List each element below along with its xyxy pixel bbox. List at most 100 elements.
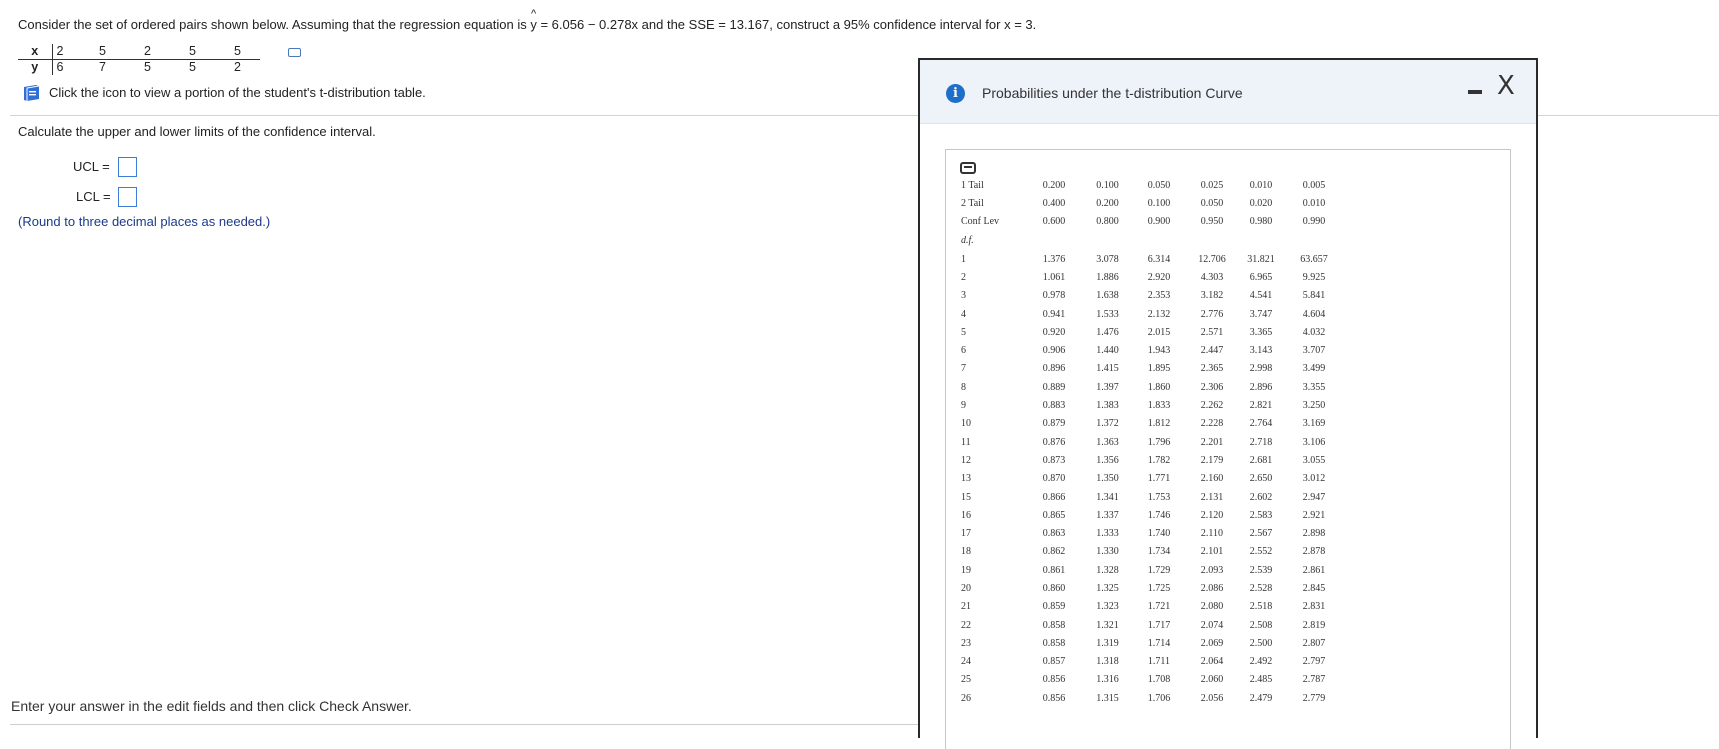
df-cell: 18 [961, 546, 971, 558]
calc-prompt: Calculate the upper and lower limits of … [18, 124, 376, 139]
table-cell: 2.064 [1200, 656, 1224, 668]
table-cell: 2.101 [1200, 546, 1224, 558]
t-table-link-text[interactable]: Click the icon to view a portion of the … [49, 85, 426, 100]
minimize-button[interactable] [1468, 90, 1482, 94]
table-cell: 1.363 [1096, 436, 1119, 448]
table-cell: 1.812 [1147, 418, 1171, 430]
table-cell: 1.476 [1096, 326, 1119, 338]
table-cell: 3.182 [1200, 290, 1224, 302]
table-cell: 3.250 [1302, 400, 1326, 412]
header-cell: 0.200 [1042, 179, 1066, 191]
table-row: 4 0.941 1.533 2.132 2.776 3.747 4.604 [959, 305, 1345, 323]
table-cell: 2.056 [1200, 692, 1224, 704]
table-cell: 1.706 [1147, 692, 1171, 704]
table-cell: 2.120 [1200, 509, 1224, 521]
table-cell: 1.337 [1096, 509, 1119, 521]
table-cell: 1.943 [1147, 345, 1171, 357]
table-cell: 2.508 [1249, 619, 1273, 631]
x-row: x 2 5 2 5 5 [18, 44, 260, 60]
table-cell: 0.896 [1042, 363, 1066, 375]
table-cell: 1.415 [1096, 363, 1119, 375]
table-cell: 2.365 [1200, 363, 1224, 375]
table-row: 18 0.862 1.330 1.734 2.101 2.552 2.878 [959, 543, 1345, 561]
one-tail-row: 1 Tail 0.200 0.100 0.050 0.025 0.010 0.0… [959, 176, 1345, 194]
table-cell: 2.492 [1249, 656, 1273, 668]
table-cell: 2.069 [1200, 637, 1224, 649]
table-cell: 0.856 [1042, 692, 1066, 704]
table-cell: 2.262 [1200, 400, 1224, 412]
header-cell: 0.200 [1096, 197, 1119, 209]
table-cell: 3.143 [1249, 345, 1273, 357]
footer-divider [10, 724, 918, 725]
dialog-header[interactable]: i Probabilities under the t-distribution… [920, 60, 1536, 124]
table-cell: 1.376 [1042, 253, 1066, 265]
table-cell: 2.898 [1302, 528, 1326, 540]
df-cell: 19 [961, 564, 971, 576]
table-cell: 0.941 [1042, 308, 1066, 320]
table-cell: 2.583 [1249, 509, 1273, 521]
table-cell: 2.080 [1200, 601, 1224, 613]
table-cell: 1.740 [1147, 528, 1171, 540]
table-cell: 3.355 [1302, 381, 1326, 393]
table-row: 15 0.866 1.341 1.753 2.131 2.602 2.947 [959, 488, 1345, 506]
table-row: 20 0.860 1.325 1.725 2.086 2.528 2.845 [959, 579, 1345, 597]
table-cell: 2.896 [1249, 381, 1273, 393]
table-cell: 6.314 [1147, 253, 1171, 265]
close-button[interactable]: X [1497, 73, 1515, 99]
table-cell: 1.886 [1096, 271, 1119, 283]
table-cell: 0.866 [1042, 491, 1066, 503]
table-cell: 0.889 [1042, 381, 1066, 393]
table-cell: 1.638 [1096, 290, 1119, 302]
table-cell: 2.228 [1200, 418, 1224, 430]
df-cell: 3 [961, 290, 966, 302]
table-cell: 2.131 [1200, 491, 1224, 503]
table-cell: 4.303 [1200, 271, 1224, 283]
question-equation: = 6.056 − 0.278x and the SSE = 13.167, c… [536, 17, 1037, 32]
table-cell: 1.333 [1096, 528, 1119, 540]
table-cell: 2.500 [1249, 637, 1273, 649]
table-cell: 3.365 [1249, 326, 1273, 338]
table-cell: 3.707 [1302, 345, 1326, 357]
table-cell: 1.714 [1147, 637, 1171, 649]
textbook-icon[interactable] [22, 84, 41, 102]
df-cell: 2 [961, 271, 966, 283]
question-text: Consider the set of ordered pairs shown … [18, 8, 1037, 32]
x-value: 5 [80, 44, 125, 60]
table-cell: 0.978 [1042, 290, 1066, 302]
table-cell: 2.552 [1249, 546, 1273, 558]
table-cell: 2.060 [1200, 674, 1224, 686]
ucl-input[interactable] [118, 157, 137, 177]
y-value: 5 [189, 60, 196, 74]
copy-table-icon[interactable] [960, 162, 976, 174]
df-cell: 10 [961, 418, 971, 430]
table-cell: 0.865 [1042, 509, 1066, 521]
table-cell: 1.341 [1096, 491, 1119, 503]
two-tail-row: 2 Tail 0.400 0.200 0.100 0.050 0.020 0.0… [959, 194, 1345, 212]
table-row: 2 1.061 1.886 2.920 4.303 6.965 9.925 [959, 268, 1345, 286]
table-cell: 2.861 [1302, 564, 1326, 576]
table-cell: 31.821 [1247, 253, 1275, 265]
lcl-input[interactable] [118, 187, 137, 207]
table-cell: 12.706 [1198, 253, 1226, 265]
table-cell: 2.015 [1147, 326, 1171, 338]
table-cell: 1.721 [1147, 601, 1171, 613]
table-cell: 0.879 [1042, 418, 1066, 430]
copy-data-icon[interactable] [288, 48, 301, 57]
table-cell: 2.074 [1200, 619, 1224, 631]
table-cell: 1.753 [1147, 491, 1171, 503]
conf-level-label: Conf Lev [961, 215, 1000, 227]
t-distribution-table: 1 Tail 0.200 0.100 0.050 0.025 0.010 0.0… [959, 176, 1345, 707]
df-cell: 1 [961, 253, 966, 265]
table-cell: 1.372 [1096, 418, 1119, 430]
table-row: 10 0.879 1.372 1.812 2.228 2.764 3.169 [959, 415, 1345, 433]
table-row: 3 0.978 1.638 2.353 3.182 4.541 5.841 [959, 287, 1345, 305]
header-cell: 0.400 [1042, 197, 1066, 209]
table-cell: 1.325 [1096, 582, 1119, 594]
table-cell: 2.179 [1200, 454, 1224, 466]
table-cell: 2.764 [1249, 418, 1273, 430]
table-cell: 0.862 [1042, 546, 1066, 558]
table-cell: 4.032 [1302, 326, 1326, 338]
table-cell: 2.485 [1249, 674, 1273, 686]
table-cell: 2.807 [1302, 637, 1326, 649]
table-cell: 1.350 [1096, 473, 1119, 485]
